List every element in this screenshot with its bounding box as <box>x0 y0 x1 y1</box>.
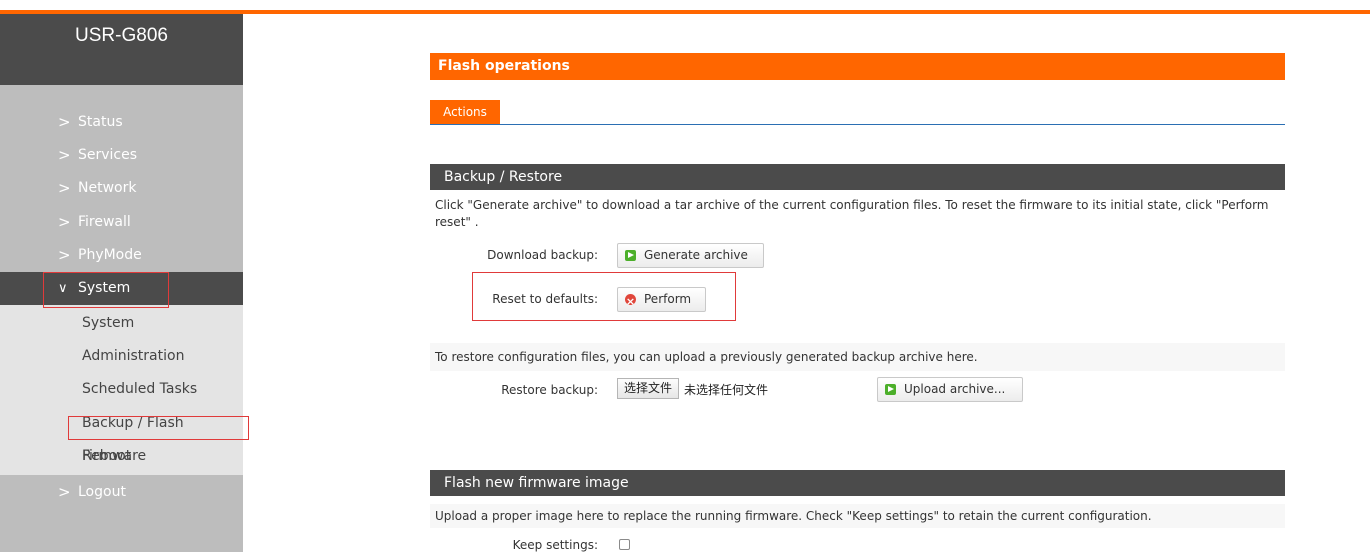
sidebar-item-phymode[interactable]: > PhyMode <box>0 239 243 272</box>
sidebar-item-logout[interactable]: > Logout <box>0 476 243 509</box>
sidebar-item-services[interactable]: > Services <box>0 139 243 172</box>
backup-restore-header: Backup / Restore <box>430 164 1285 190</box>
highlight-system-box <box>43 272 169 308</box>
chevron-right-icon: > <box>58 146 71 164</box>
chevron-right-icon: > <box>58 113 71 131</box>
sidebar-item-label: PhyMode <box>78 247 142 263</box>
keep-settings-label: Keep settings: <box>512 538 598 552</box>
brand-title: USR-G806 <box>0 14 243 85</box>
close-circle-icon <box>625 290 636 313</box>
page-title: Flash operations <box>430 53 1285 80</box>
submenu-item-system[interactable]: System <box>82 307 134 340</box>
highlight-backup-box <box>68 416 249 440</box>
main-content: Flash operations Actions Backup / Restor… <box>430 0 1285 552</box>
chevron-right-icon: > <box>58 483 71 501</box>
sidebar-item-network[interactable]: > Network <box>0 172 243 205</box>
generate-archive-button[interactable]: Generate archive <box>617 243 764 268</box>
upload-archive-button[interactable]: Upload archive... <box>877 377 1023 402</box>
system-submenu: System Administration Scheduled Tasks Ba… <box>0 305 243 475</box>
choose-file-button[interactable]: 选择文件 <box>617 378 680 399</box>
tab-underline <box>430 124 1285 125</box>
chevron-right-icon: > <box>58 213 71 231</box>
play-icon <box>625 250 636 261</box>
download-backup-label: Download backup: <box>487 248 598 262</box>
reset-defaults-label: Reset to defaults: <box>492 292 598 306</box>
tab-actions[interactable]: Actions <box>430 100 500 125</box>
chevron-right-icon: > <box>58 179 71 197</box>
keep-settings-checkbox[interactable] <box>619 539 630 550</box>
submenu-item-scheduled-tasks[interactable]: Scheduled Tasks <box>82 373 197 406</box>
submenu-item-administration[interactable]: Administration <box>82 340 184 373</box>
sidebar-item-label: Logout <box>78 484 126 500</box>
sidebar-item-status[interactable]: > Status <box>0 106 243 139</box>
sidebar-item-label: Network <box>78 180 137 196</box>
flash-description: Upload a proper image here to replace th… <box>430 504 1285 528</box>
sidebar-item-label: Firewall <box>78 214 131 230</box>
play-icon <box>885 384 896 395</box>
perform-reset-button[interactable]: Perform <box>617 287 706 313</box>
sidebar-item-label: Services <box>78 147 138 163</box>
restore-description: To restore configuration files, you can … <box>430 343 1285 371</box>
no-file-chosen-text: 未选择任何文件 <box>684 383 769 397</box>
sidebar-item-label: Status <box>78 114 123 130</box>
submenu-item-reboot[interactable]: Reboot <box>82 440 131 473</box>
flash-firmware-header: Flash new firmware image <box>430 470 1285 496</box>
chevron-right-icon: > <box>58 246 71 264</box>
restore-backup-label: Restore backup: <box>501 383 598 397</box>
sidebar-item-firewall[interactable]: > Firewall <box>0 206 243 239</box>
backup-description: Click "Generate archive" to download a t… <box>435 198 1269 229</box>
